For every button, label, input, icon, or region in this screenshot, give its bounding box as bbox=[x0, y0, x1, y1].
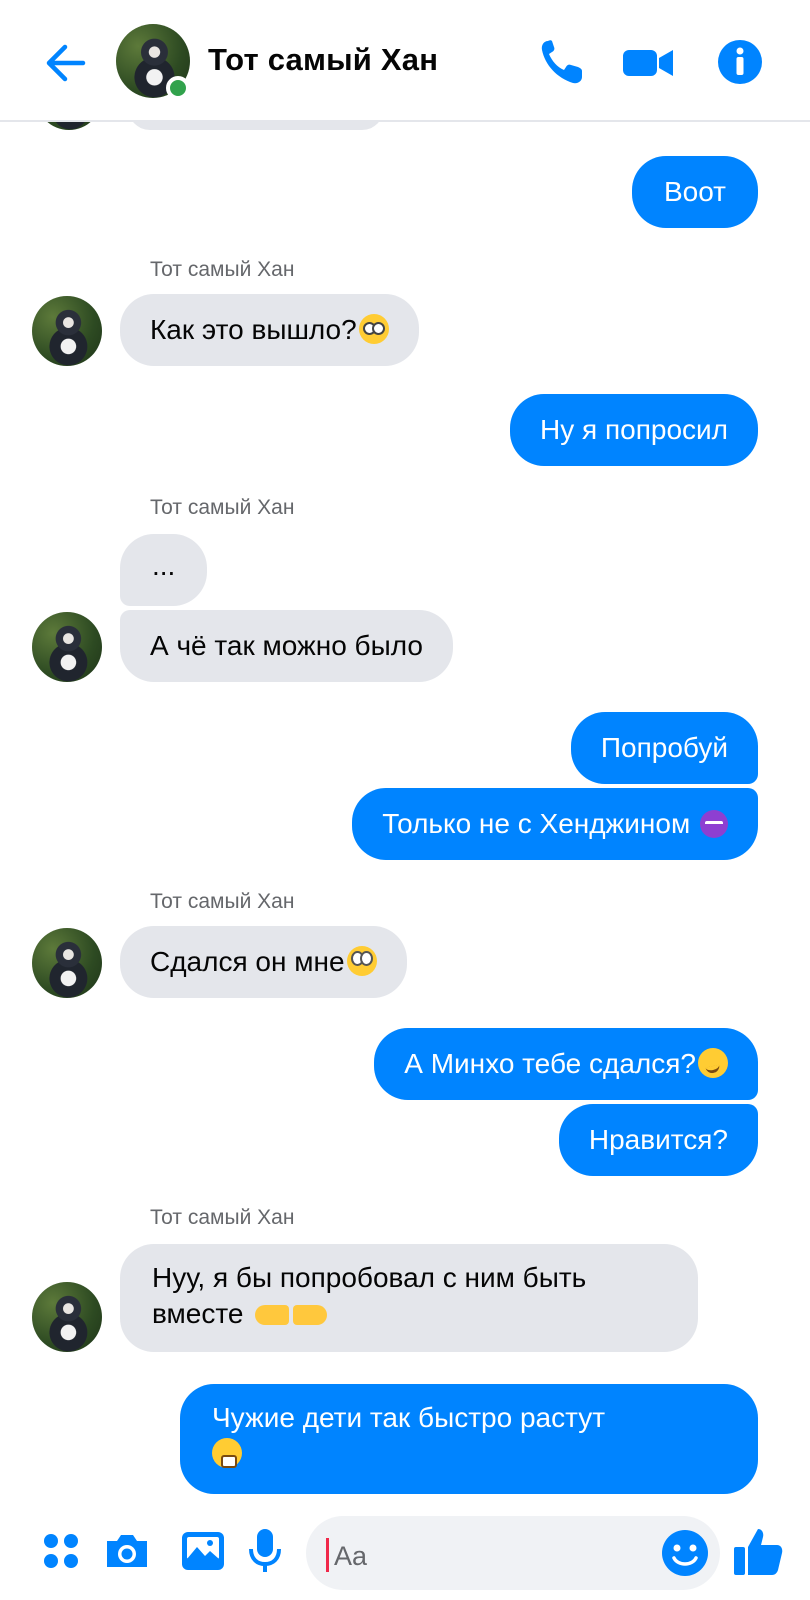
message-out[interactable]: Попробуй bbox=[570, 712, 758, 784]
message-out[interactable]: Нравится? bbox=[558, 1104, 758, 1176]
camera-icon[interactable] bbox=[100, 1524, 154, 1578]
message-text: Воот bbox=[663, 176, 726, 207]
flushed-face-icon bbox=[358, 314, 389, 344]
text-cursor bbox=[326, 1538, 329, 1572]
pointing-left-hand-icon bbox=[293, 1305, 328, 1325]
message-text: ... bbox=[152, 550, 176, 581]
message-in[interactable]: Сдался он мне bbox=[120, 926, 407, 998]
rolling-eyes-icon bbox=[346, 946, 377, 976]
message-in[interactable]: Как это вышло? bbox=[120, 294, 419, 366]
message-out[interactable]: А Минхо тебе сдался? bbox=[374, 1028, 758, 1100]
angry-devil-icon bbox=[700, 810, 728, 838]
message-text: Ну я попросил bbox=[540, 414, 728, 445]
message-out[interactable]: Чужие дети так быстро растут bbox=[180, 1384, 758, 1494]
message-input[interactable] bbox=[306, 1516, 720, 1590]
contact-avatar-small[interactable] bbox=[32, 928, 102, 998]
phone-call-icon[interactable] bbox=[534, 34, 590, 90]
message-out[interactable]: Только не с Хенджином bbox=[352, 788, 758, 860]
contact-avatar-small[interactable] bbox=[32, 296, 102, 366]
microphone-icon[interactable] bbox=[238, 1524, 292, 1578]
sender-name: Тот самый Хан bbox=[150, 496, 295, 519]
sender-name: Тот самый Хан bbox=[150, 258, 295, 281]
contact-avatar-small[interactable] bbox=[32, 612, 102, 682]
sender-name: Тот самый Хан bbox=[150, 1206, 295, 1229]
sender-name: Тот самый Хан bbox=[150, 890, 295, 913]
message-text: Только не с Хенджином bbox=[382, 808, 691, 839]
message-text: Нравится? bbox=[588, 1124, 728, 1155]
message-text: А чё так можно было bbox=[150, 630, 423, 661]
message-text: Как это вышло? bbox=[150, 314, 357, 345]
message-text: Нуу, я бы попробовал с ним быть вместе bbox=[152, 1262, 587, 1329]
online-status-dot bbox=[166, 76, 190, 100]
message-text: Попробуй bbox=[600, 732, 728, 763]
composer-toolbar: Aa bbox=[0, 1502, 810, 1600]
pointing-right-hand-icon bbox=[255, 1305, 290, 1325]
info-icon[interactable] bbox=[712, 34, 768, 90]
message-input-placeholder: Aa bbox=[334, 1541, 368, 1571]
thumbs-up-icon[interactable] bbox=[728, 1524, 788, 1578]
message-in[interactable]: А чё так можно было bbox=[120, 610, 453, 682]
contact-name[interactable]: Тот самый Хан bbox=[208, 42, 438, 78]
crying-face-icon bbox=[212, 1438, 242, 1468]
video-call-icon[interactable] bbox=[620, 34, 676, 90]
message-in[interactable]: ... bbox=[120, 534, 208, 606]
back-arrow-icon[interactable] bbox=[40, 38, 90, 88]
message-text: Чужие дети так быстро растут bbox=[212, 1402, 606, 1433]
emoji-icon[interactable] bbox=[660, 1528, 710, 1578]
message-in[interactable]: Нуу, я бы попробовал с ним быть вместе bbox=[120, 1244, 698, 1352]
contact-avatar-small[interactable] bbox=[32, 1282, 102, 1352]
gallery-icon[interactable] bbox=[176, 1524, 230, 1578]
menu-dots-icon[interactable] bbox=[34, 1524, 88, 1578]
message-text: Сдался он мне bbox=[150, 946, 345, 977]
message-out[interactable]: Ну я попросил bbox=[510, 394, 758, 466]
chat-header: Тот самый Хан bbox=[0, 0, 810, 122]
smirking-face-icon bbox=[698, 1048, 728, 1078]
message-out[interactable]: Воот bbox=[631, 156, 758, 228]
message-text: А Минхо тебе сдался? bbox=[404, 1048, 696, 1079]
